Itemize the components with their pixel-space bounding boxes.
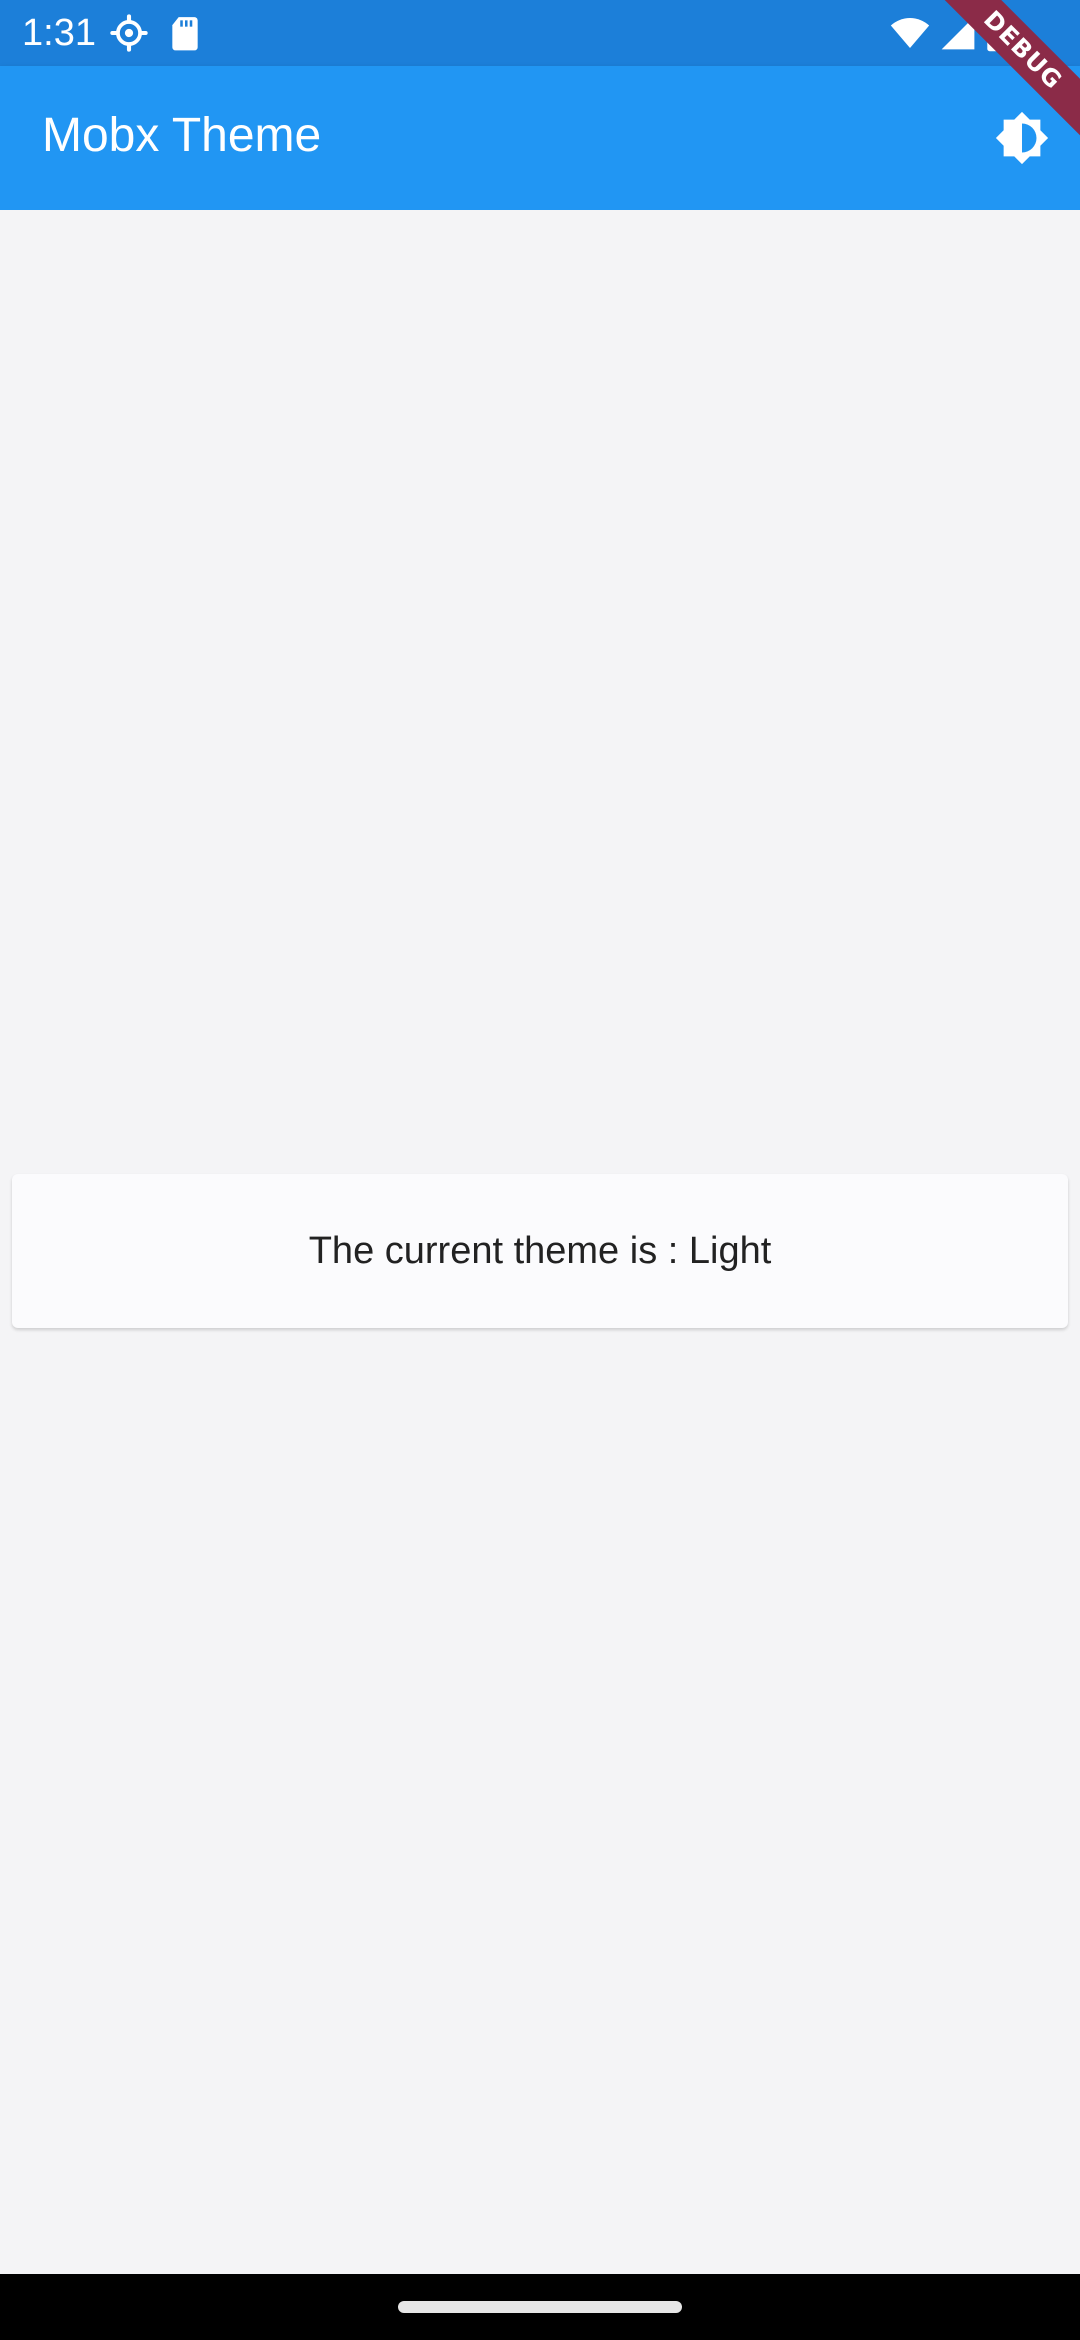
wifi-icon	[890, 18, 930, 48]
theme-toggle-button[interactable]	[984, 100, 1060, 176]
sd-card-icon	[172, 17, 198, 51]
gear-icon	[110, 14, 148, 52]
home-gesture-handle[interactable]	[398, 2301, 682, 2313]
main-content: The current theme is : Light	[0, 210, 1080, 2274]
theme-card: The current theme is : Light	[12, 1174, 1068, 1328]
app-bar: Mobx Theme	[0, 66, 1080, 210]
status-bar: 1:31	[0, 0, 1080, 66]
status-time: 1:31	[22, 12, 96, 54]
brightness-icon	[995, 111, 1049, 165]
app-title: Mobx Theme	[42, 109, 322, 162]
current-theme-label: The current theme is : Light	[308, 1229, 772, 1272]
navigation-bar	[0, 2274, 1080, 2340]
app-screen: 1:31 DEBUG Mobx Theme The current theme …	[0, 0, 1080, 2340]
